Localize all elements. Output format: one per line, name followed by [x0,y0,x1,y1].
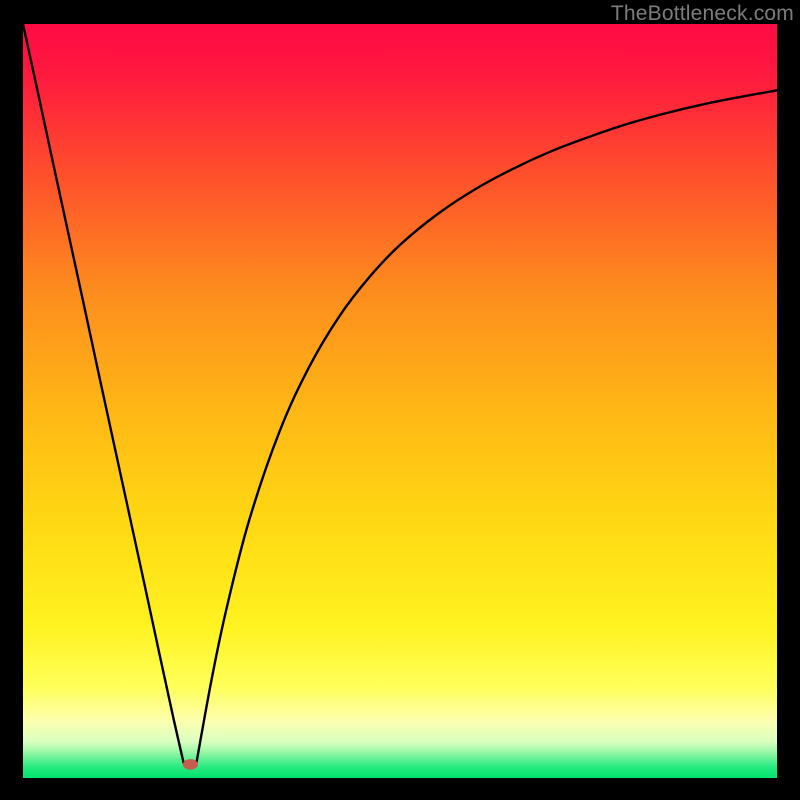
gradient-background [23,24,777,778]
bottleneck-chart [23,24,777,778]
watermark-text: TheBottleneck.com [611,2,794,26]
min-point-marker [183,759,198,770]
plot-frame [23,24,777,778]
